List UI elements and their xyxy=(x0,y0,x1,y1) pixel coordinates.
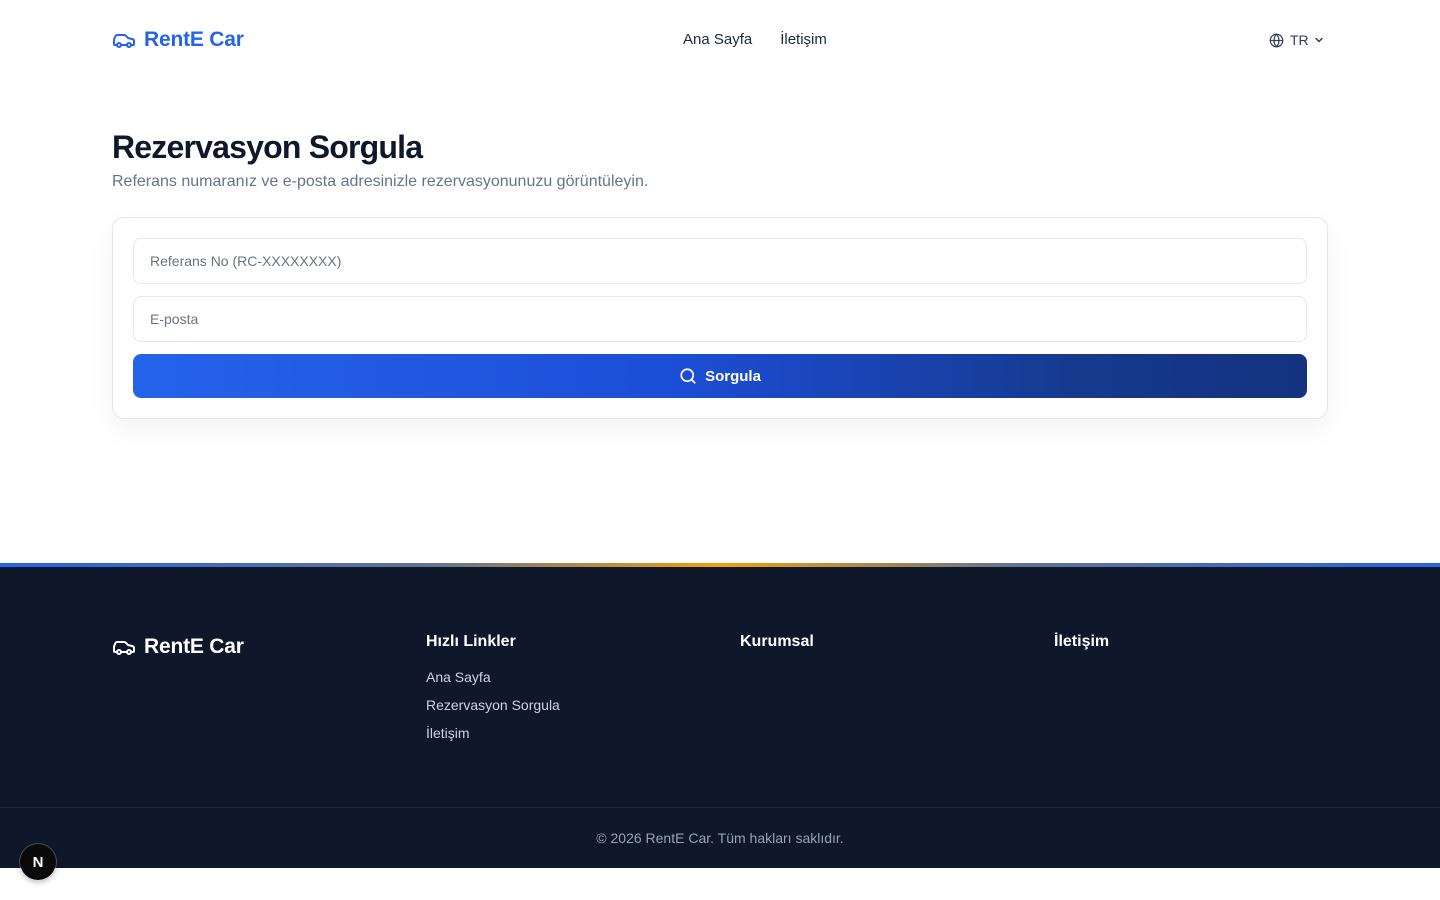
list-item: İletişim xyxy=(426,723,560,743)
globe-icon xyxy=(1269,33,1284,47)
language-code: TR xyxy=(1290,32,1309,48)
nav-link-home[interactable]: Ana Sayfa xyxy=(683,30,752,50)
reference-number-input[interactable] xyxy=(133,238,1307,284)
reservation-lookup-form: Sorgula xyxy=(112,217,1328,419)
site-header: RentE Car Ana Sayfa İletişim TR xyxy=(0,0,1440,80)
dev-tools-badge[interactable]: N xyxy=(20,844,56,880)
search-button[interactable]: Sorgula xyxy=(133,354,1307,398)
email-input[interactable] xyxy=(133,296,1307,342)
footer-divider xyxy=(0,807,1440,808)
chevron-down-icon xyxy=(1314,37,1323,43)
footer-brand-name: RentE Car xyxy=(144,635,244,658)
language-selector[interactable]: TR xyxy=(1269,30,1325,50)
nav-link-contact[interactable]: İletişim xyxy=(780,30,827,50)
brand-name: RentE Car xyxy=(144,28,244,51)
footer-quick-links-title: Hızlı Linkler xyxy=(426,633,516,650)
header-logo[interactable]: RentE Car xyxy=(112,26,244,54)
footer-contact-title: İletişim xyxy=(1054,633,1110,650)
site-footer: RentE Car Hızlı Linkler Ana Sayfa Rezerv… xyxy=(0,567,1440,868)
footer-logo[interactable]: RentE Car xyxy=(112,633,244,661)
footer-corporate-title: Kurumsal xyxy=(740,633,814,650)
footer-link-contact[interactable]: İletişim xyxy=(426,723,560,743)
car-icon xyxy=(113,641,135,655)
list-item: Ana Sayfa xyxy=(426,667,560,687)
list-item: Rezervasyon Sorgula xyxy=(426,695,560,715)
main-nav: Ana Sayfa İletişim xyxy=(683,30,827,50)
copyright-text: © 2026 RentE Car. Tüm hakları saklıdır. xyxy=(596,830,844,846)
car-icon xyxy=(113,34,135,48)
footer-quick-links: Ana Sayfa Rezervasyon Sorgula İletişim xyxy=(426,667,560,743)
badge-letter: N xyxy=(32,853,44,871)
footer-link-reservation-lookup[interactable]: Rezervasyon Sorgula xyxy=(426,695,560,715)
page-subtitle: Referans numaranız ve e-posta adresinizl… xyxy=(112,173,649,190)
search-icon xyxy=(680,368,696,384)
page-title: Rezervasyon Sorgula xyxy=(112,129,423,165)
search-button-label: Sorgula xyxy=(705,367,761,385)
footer-link-home[interactable]: Ana Sayfa xyxy=(426,667,560,687)
